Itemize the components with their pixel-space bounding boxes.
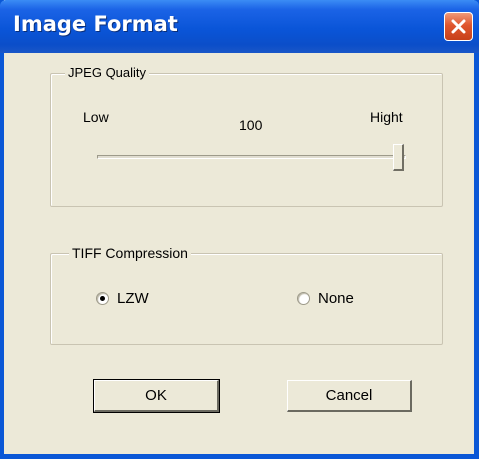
radio-selected-dot [100,296,105,301]
none-radio-button[interactable] [297,292,310,305]
lzw-radio[interactable]: LZW [96,290,149,307]
jpeg-quality-group [50,73,443,207]
dialog-title: Image Format [13,12,178,36]
ok-button[interactable]: OK [93,379,220,413]
close-x-icon [451,19,466,34]
close-button[interactable] [444,12,473,41]
slider-high-label: Hight [370,109,403,125]
quality-value: 100 [239,117,263,133]
slider-low-label: Low [83,109,109,125]
none-radio-label[interactable]: None [318,290,354,307]
title-bar[interactable]: Image Format [0,0,479,53]
tiff-compression-legend: TIFF Compression [69,245,191,261]
lzw-radio-button[interactable] [96,292,109,305]
none-radio[interactable]: None [297,290,354,307]
quality-slider-track[interactable] [97,155,406,159]
cancel-button[interactable]: Cancel [287,380,412,412]
jpeg-quality-legend: JPEG Quality [65,65,150,80]
quality-slider-thumb[interactable] [393,144,404,171]
lzw-radio-label[interactable]: LZW [117,290,149,307]
